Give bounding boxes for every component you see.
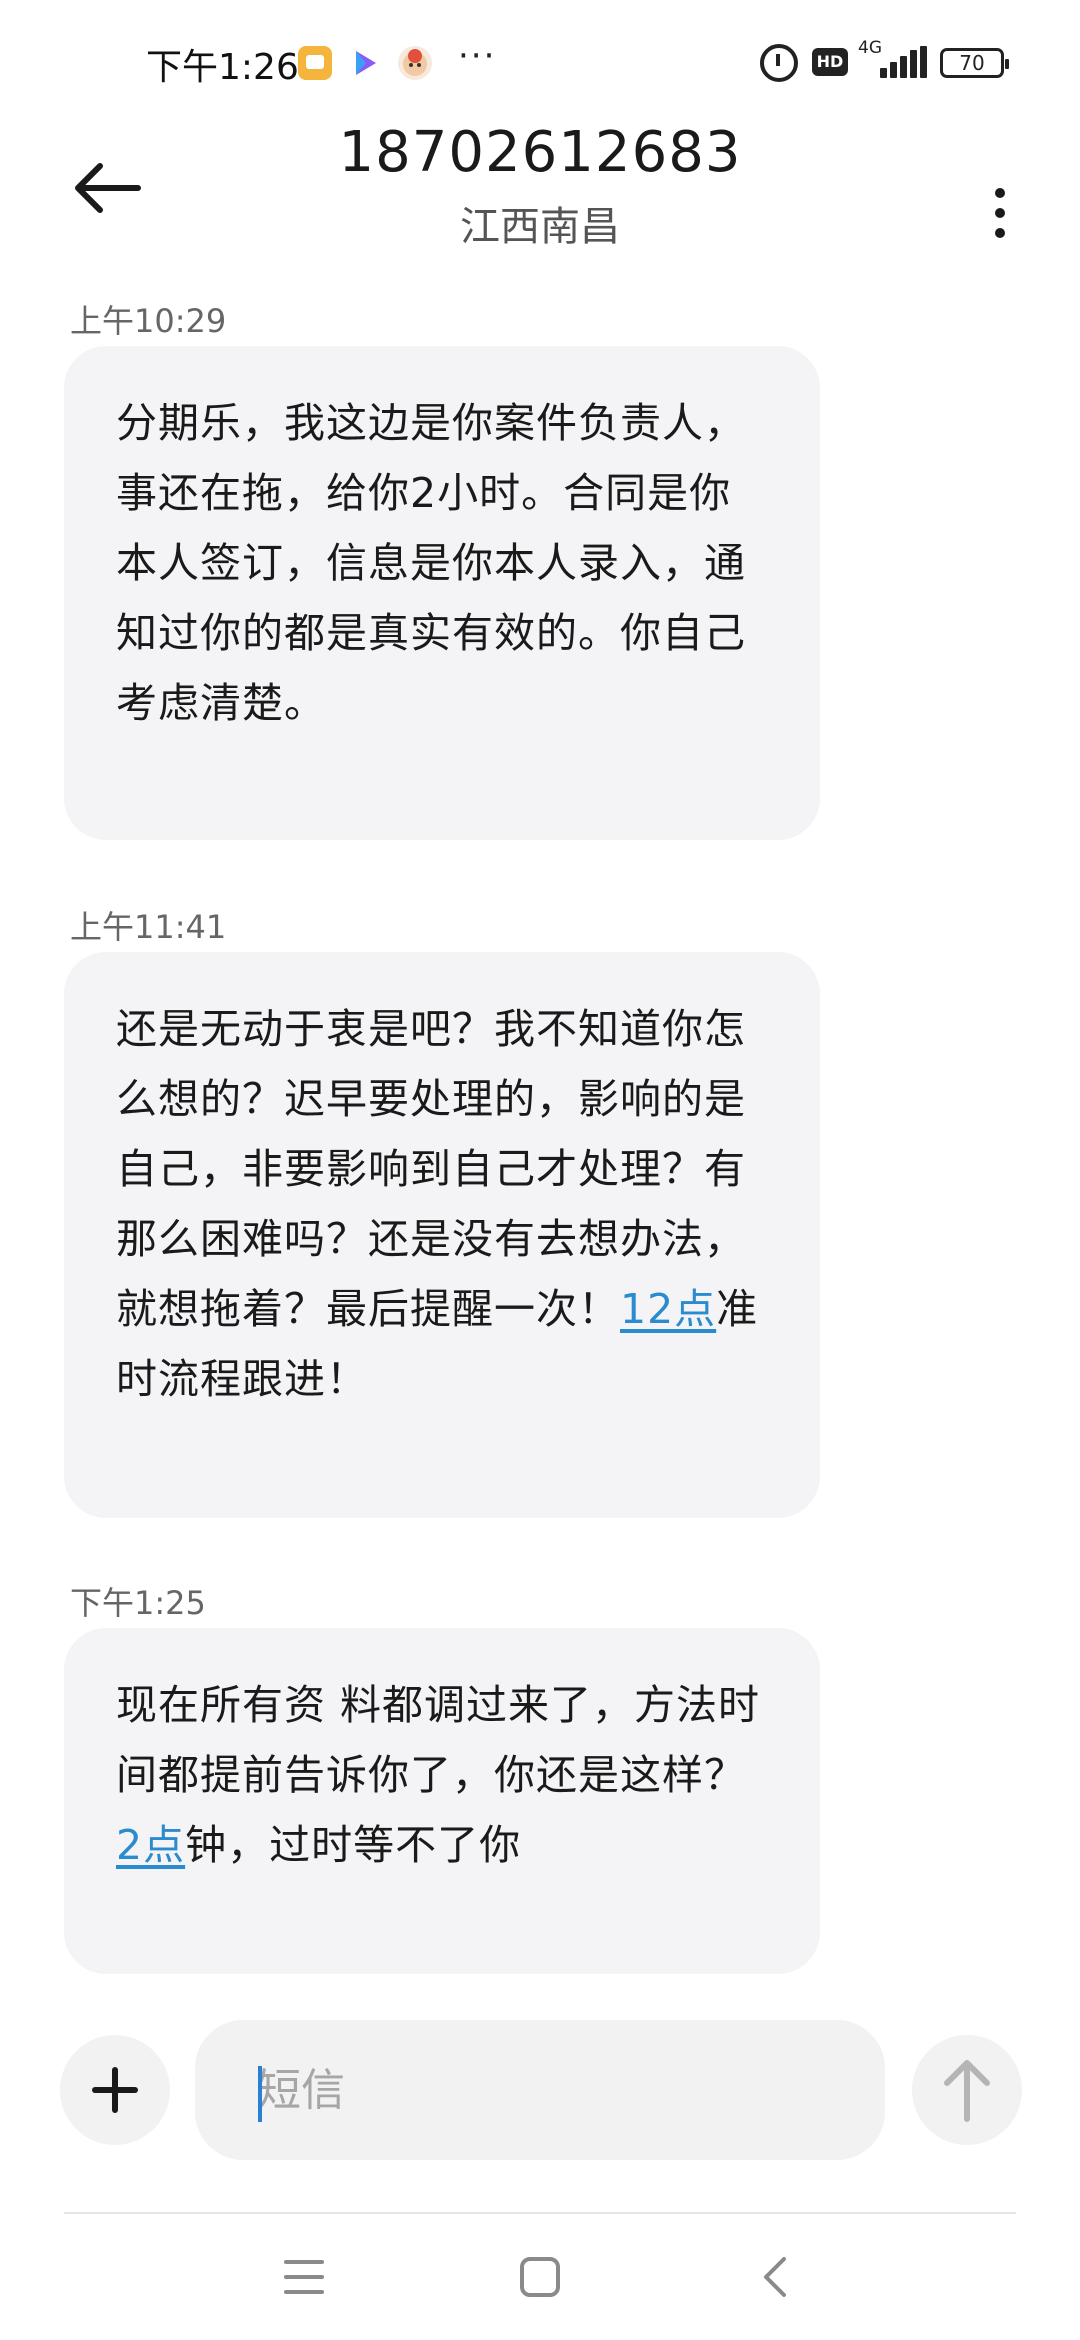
message-timestamp: 上午11:41 (70, 908, 227, 946)
contact-number: 18702612683 (338, 120, 742, 185)
chevron-left-icon (764, 2257, 786, 2297)
video-app-icon (348, 46, 382, 80)
menu-icon (284, 2260, 324, 2294)
nav-back-button[interactable] (726, 2242, 826, 2312)
message-bubble[interactable]: 分期乐，我这边是你案件负责人，事还在拖，给你2小时。合同是你本人签订，信息是你本… (64, 346, 820, 840)
add-attachment-button[interactable] (60, 2035, 170, 2145)
sms-input[interactable] (195, 2020, 885, 2160)
message-timestamp: 上午10:29 (70, 302, 227, 340)
nav-home-button[interactable] (490, 2242, 590, 2312)
send-button[interactable] (912, 2035, 1022, 2145)
divider (64, 2212, 1016, 2214)
network-type: 4G (858, 38, 882, 58)
message-text: 现在所有资 料都调过来了，方法时间都提前告诉你了，你还是这样？ 2点钟，过时等不了… (116, 1670, 768, 1880)
arrow-up-icon (944, 2060, 990, 2122)
time-link[interactable]: 2点 (116, 1821, 185, 1869)
hd-icon: HD (812, 48, 848, 76)
status-time: 下午1:26 (146, 47, 299, 88)
message-text: 还是无动于衷是吧？我不知道你怎么想的？迟早要处理的，影响的是自己，非要影响到自己… (116, 994, 768, 1414)
time-link[interactable]: 12点 (620, 1285, 716, 1333)
nav-menu-button[interactable] (254, 2242, 354, 2312)
message-text-part: 钟，过时等不了你 (185, 1821, 522, 1869)
avatar-app-icon (398, 46, 432, 80)
message-text-part: 现在所有资 料都调过来了，方法时间都提前告诉你了，你还是这样？ (116, 1681, 761, 1799)
conversation-header: 18702612683 江西南昌 (0, 120, 1080, 250)
alarm-icon (760, 44, 798, 82)
message-bubble[interactable]: 现在所有资 料都调过来了，方法时间都提前告诉你了，你还是这样？ 2点钟，过时等不了… (64, 1628, 820, 1974)
text-caret (258, 2066, 262, 2122)
square-icon (520, 2257, 560, 2297)
message-text: 分期乐，我这边是你案件负责人，事还在拖，给你2小时。合同是你本人签订，信息是你本… (116, 399, 746, 727)
signal-icon (880, 46, 928, 78)
notification-app-icon (298, 46, 332, 80)
contact-location: 江西南昌 (460, 204, 620, 250)
message-timestamp: 下午1:25 (70, 1584, 206, 1622)
battery-icon: 70 (940, 48, 1009, 78)
more-vertical-icon (995, 188, 1005, 198)
message-text-part: 还是无动于衷是吧？我不知道你怎么想的？迟早要处理的，影响的是自己，非要影响到自己… (116, 1005, 746, 1333)
status-bar: 下午1:26 ··· HD 4G 70 (0, 0, 1080, 130)
message-bubble[interactable]: 还是无动于衷是吧？我不知道你怎么想的？迟早要处理的，影响的是自己，非要影响到自己… (64, 952, 820, 1518)
more-notifications-icon: ··· (458, 36, 497, 76)
more-options-button[interactable] (980, 150, 1020, 238)
